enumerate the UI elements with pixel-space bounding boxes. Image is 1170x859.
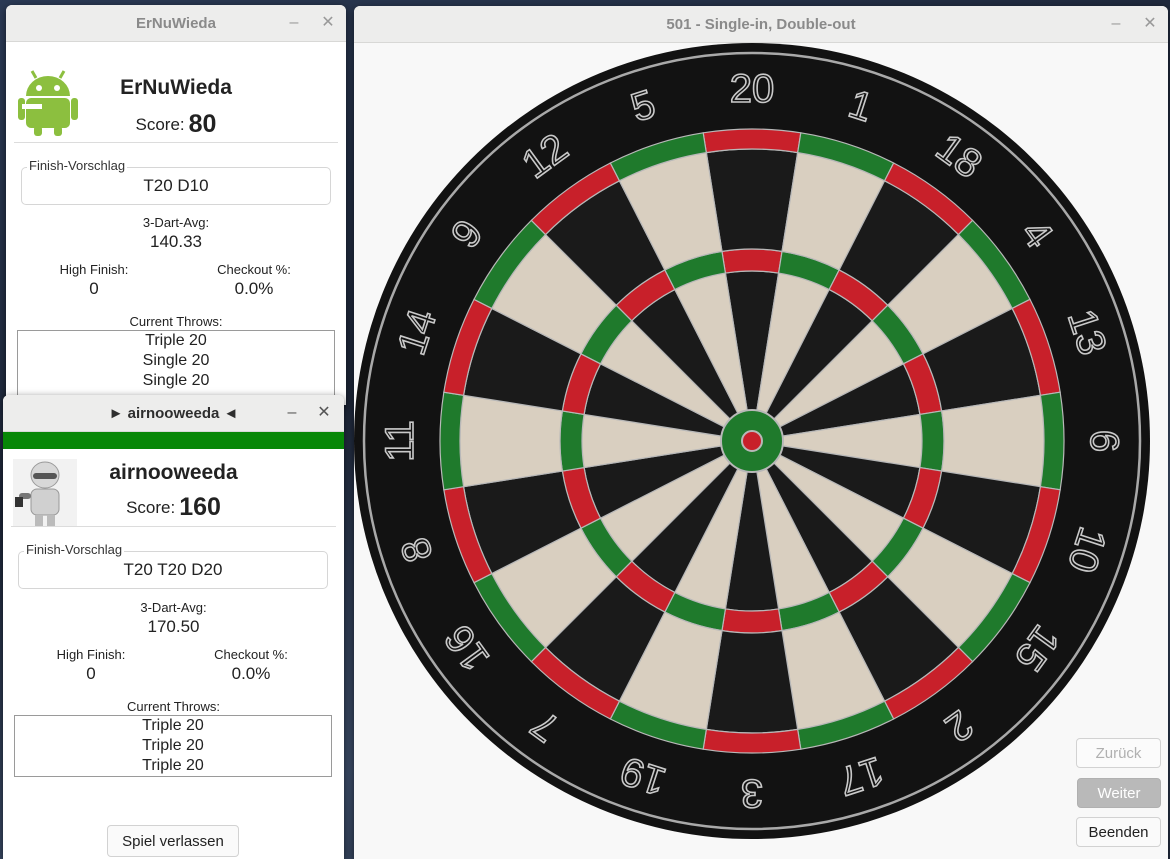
checkout-label: Checkout %: [214,647,288,662]
checkout-label: Checkout %: [217,262,291,277]
avg-label: 3-Dart-Avg: [140,600,207,615]
end-button[interactable]: Beenden [1076,817,1161,847]
board-number: 20 [730,67,775,111]
finish-suggestion: T20 T20 D20 [123,560,223,579]
score-label: Score: [135,115,185,134]
player1-panel: ErNuWieda Score: 80 T20 D10 Finish-Vorsch… [6,42,346,405]
active-player-indicator [3,432,344,449]
score-value: 160 [179,493,221,521]
avg-value: 170.50 [147,617,200,636]
high-finish-label: High Finish: [56,647,126,662]
minimize-button[interactable]: – [284,13,304,33]
game-window: 501 - Single-in, Double-out – ✕ 20 1 18 4 13… [354,6,1168,859]
high-finish-label: High Finish: [59,262,129,277]
dartboard[interactable]: 20 11841361015217319716811149125 [354,43,1168,859]
player1-titlebar[interactable]: ErNuWieda – ✕ [6,5,346,42]
avg-label: 3-Dart-Avg: [142,215,210,230]
high-finish-value: 0 [86,664,96,683]
board-number: 6 [1082,430,1126,452]
player2-panel: airnooweeda Score: 160 T20 T20 D20 Finish… [3,449,344,859]
double-segment [702,128,802,154]
triple-segment [721,248,783,274]
double-segment [439,391,465,491]
current-throws-label: Current Throws: [129,314,223,329]
list-item: Triple 20 [142,737,204,754]
player1-window-title: ErNuWieda [136,14,216,32]
minimize-button[interactable]: – [1106,14,1126,34]
finish-suggestion-label: Finish-Vorschlag [27,158,128,173]
divider [14,142,338,143]
player1-score: Score: 80 [6,110,346,139]
leave-game-button[interactable]: Spiel verlassen [107,825,239,857]
close-button[interactable]: ✕ [1140,14,1160,34]
high-finish-value: 0 [89,279,99,298]
player1-name: ErNuWieda [120,76,232,99]
close-button[interactable]: ✕ [318,13,338,33]
player2-window-title: ► airnooweeda ◄ [108,404,239,422]
back-button[interactable]: Zurück [1076,738,1161,768]
double-segment [702,728,802,754]
game-titlebar[interactable]: 501 - Single-in, Double-out – ✕ [354,6,1168,43]
triple-segment [919,410,945,472]
current-throws-label: Current Throws: [127,699,220,714]
finish-suggestion: T20 D10 [143,176,209,195]
avg-value: 140.33 [150,232,202,251]
divider [11,526,336,527]
list-item: Triple 20 [142,757,204,774]
checkout-value: 0.0% [234,279,274,298]
game-window-title: 501 - Single-in, Double-out [666,15,856,33]
score-label: Score: [126,498,176,517]
list-item: Triple 20 [142,717,204,734]
player2-titlebar[interactable]: ► airnooweeda ◄ – ✕ [3,395,344,432]
current-throws-list[interactable]: Triple 20 Single 20 Single 20 [17,330,335,402]
bullseye [741,430,763,452]
minimize-button[interactable]: – [282,403,302,423]
list-item: Single 20 [142,372,210,389]
next-button[interactable]: Weiter [1077,778,1161,808]
checkout-value: 0.0% [231,664,271,683]
player2-score: Score: 160 [3,493,344,522]
list-item: Single 20 [142,352,210,369]
current-throws-list[interactable]: Triple 20 Triple 20 Triple 20 [14,715,332,777]
board-number: 11 [378,420,422,462]
player2-name: airnooweeda [109,461,238,484]
double-segment [1039,391,1065,491]
list-item: Triple 20 [145,332,207,349]
score-value: 80 [188,110,217,138]
board-number: 3 [741,771,763,815]
player2-window: ► airnooweeda ◄ – ✕ airnooweeda Score: 16… [3,395,344,859]
triple-segment [559,410,585,472]
triple-segment [721,608,783,634]
finish-suggestion-label: Finish-Vorschlag [24,542,125,557]
close-button[interactable]: ✕ [314,403,334,423]
player1-window: ErNuWieda – ✕ ErNuWieda Score: 80 T20 D10… [6,5,346,405]
